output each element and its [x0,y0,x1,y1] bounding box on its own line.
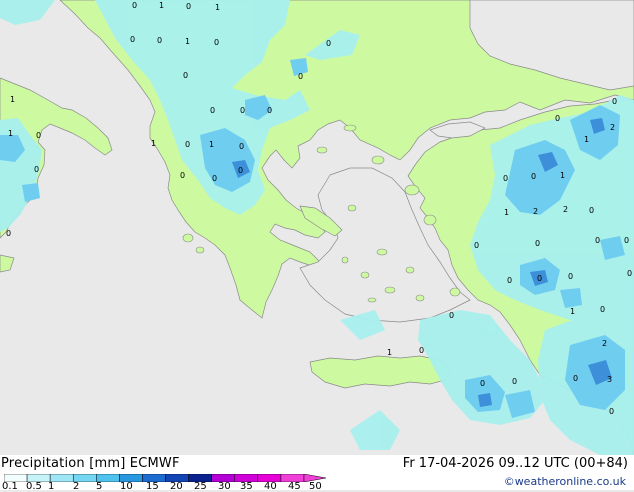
land-crete [309,355,451,389]
value-label: 1 [10,95,15,104]
value-label: 0 [214,38,219,47]
value-label: 0 [180,171,185,180]
value-label: 0 [624,236,629,245]
value-label: 0 [185,140,190,149]
value-label: 0 [568,272,573,281]
value-label: 0 [480,379,485,388]
value-label: 0 [36,131,41,140]
value-label: 0 [239,142,244,151]
value-label: 0 [212,174,217,183]
value-label: 0 [573,374,578,383]
value-label: 0 [474,241,479,250]
value-label: 0 [326,39,331,48]
legend-tick-label: 5 [96,481,103,492]
value-label: 1 [560,171,565,180]
legend-tick-label: 1 [48,481,55,492]
value-label: 0 [589,206,594,215]
value-label: 1 [570,307,575,316]
value-label: 0 [34,165,39,174]
value-label: 1 [185,37,190,46]
value-label: 0 [240,106,245,115]
value-label: 1 [584,135,589,144]
value-label: 0 [609,407,614,416]
value-label: 0 [535,239,540,248]
value-label: 0 [537,274,542,283]
value-label: 2 [602,339,607,348]
value-label: 0 [503,174,508,183]
value-label: 0 [267,106,272,115]
value-label: 0 [157,36,162,45]
value-label: 0 [238,166,243,175]
value-label: 0 [512,377,517,386]
value-label: 2 [533,207,538,216]
value-label: 1 [387,348,392,357]
legend-tick-label: 0.5 [26,481,42,492]
legend-tick-label: 45 [288,481,301,492]
legend-tick-label: 15 [146,481,159,492]
value-label: 1 [209,140,214,149]
value-label: 0 [419,346,424,355]
value-label: 0 [612,97,617,106]
value-label: 0 [6,229,11,238]
value-label: 0 [130,35,135,44]
value-label: 3 [607,375,612,384]
value-label: 0 [595,236,600,245]
value-label: 1 [159,1,164,10]
value-label: 1 [151,139,156,148]
credit-link[interactable]: ©weatheronline.co.uk [504,475,626,488]
map-title: Precipitation [mm] ECMWF [1,456,180,471]
value-label: 0 [600,305,605,314]
value-label: 0 [210,106,215,115]
run-info: Fr 17-04-2026 09..12 UTC (00+84) [402,456,628,471]
value-label: 1 [8,129,13,138]
legend-tick-label: 25 [194,481,207,492]
value-label: 0 [627,269,632,278]
legend-tick-label: 10 [120,481,133,492]
value-label: 0 [507,276,512,285]
legend-tick-label: 0.1 [2,481,18,492]
value-label: 0 [183,71,188,80]
legend-tick-label: 20 [170,481,183,492]
legend-tick-label: 2 [73,481,80,492]
value-label: 0 [298,72,303,81]
legend-tick-label: 35 [240,481,253,492]
legend-tick-label: 50 [309,481,322,492]
precipitation-map: 0 1 0 1 0 0 1 0 0 0 1 0 1 0 0 1 0 0 0 0 … [0,0,634,492]
value-label: 2 [610,123,615,132]
value-label: 0 [531,172,536,181]
value-label: 0 [132,1,137,10]
value-label: 2 [563,205,568,214]
value-label: 1 [504,208,509,217]
map-canvas: 0 1 0 1 0 0 1 0 0 0 1 0 1 0 0 1 0 0 0 0 … [0,0,634,455]
value-label: 0 [186,2,191,11]
value-label: 0 [555,114,560,123]
legend-tick-label: 40 [264,481,277,492]
value-label: 1 [215,3,220,12]
legend-tick-label: 30 [218,481,231,492]
value-label: 0 [449,311,454,320]
